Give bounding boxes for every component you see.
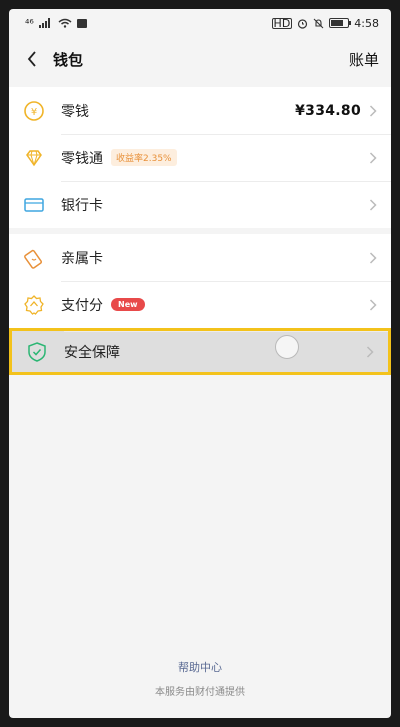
chevron-right-icon <box>369 251 379 265</box>
new-badge: New <box>111 298 145 311</box>
phone-screen: ⁴⁶ HD 4:58 钱包 账单 ¥ 零钱 ¥334.80 零钱通 收益率2.3… <box>9 9 391 718</box>
notification-icon <box>76 18 87 28</box>
status-right: HD 4:58 <box>271 16 379 30</box>
shield-icon <box>26 341 48 363</box>
wallet-group-1: ¥ 零钱 ¥334.80 零钱通 收益率2.35% 银行卡 <box>9 87 391 228</box>
hd-badge: HD <box>271 16 293 30</box>
yield-badge: 收益率2.35% <box>111 149 177 166</box>
row-label: 安全保障 <box>64 344 120 361</box>
help-center-link[interactable]: 帮助中心 <box>9 659 391 675</box>
family-card-icon <box>23 247 45 269</box>
row-label: 亲属卡 <box>61 250 103 267</box>
bank-card-icon <box>23 194 45 216</box>
nav-left: 钱包 <box>23 49 83 70</box>
status-left: ⁴⁶ <box>25 17 87 30</box>
row-label: 银行卡 <box>61 197 103 214</box>
touch-indicator <box>275 335 299 359</box>
chevron-right-icon <box>369 198 379 212</box>
row-security[interactable]: 安全保障 <box>9 328 391 375</box>
bill-link[interactable]: 账单 <box>349 49 379 70</box>
row-label: 零钱通 <box>61 150 103 167</box>
wallet-group-2: 亲属卡 支付分 New 安全保障 <box>9 234 391 375</box>
row-pay-score[interactable]: 支付分 New <box>9 281 391 328</box>
footer: 帮助中心 本服务由财付通提供 <box>9 659 391 698</box>
svg-text:¥: ¥ <box>31 107 37 118</box>
status-time: 4:58 <box>354 16 379 30</box>
row-label: 支付分 <box>61 297 103 314</box>
balance-value: ¥334.80 <box>295 102 361 119</box>
row-family-card[interactable]: 亲属卡 <box>9 234 391 281</box>
row-change[interactable]: ¥ 零钱 ¥334.80 <box>9 87 391 134</box>
silent-icon <box>313 18 324 28</box>
chevron-right-icon <box>369 104 379 118</box>
row-change-plus[interactable]: 零钱通 收益率2.35% <box>9 134 391 181</box>
back-arrow-icon[interactable] <box>23 50 41 68</box>
diamond-icon <box>23 147 45 169</box>
page-title: 钱包 <box>53 50 84 69</box>
row-bank-card[interactable]: 银行卡 <box>9 181 391 228</box>
status-bar: ⁴⁶ HD 4:58 <box>9 9 391 37</box>
battery-icon <box>329 18 352 28</box>
coin-icon: ¥ <box>23 100 45 122</box>
chevron-right-icon <box>369 298 379 312</box>
network-label: ⁴⁶ <box>25 16 34 30</box>
chevron-right-icon <box>366 345 376 359</box>
signal-icon <box>38 18 50 28</box>
alarm-icon <box>298 18 308 29</box>
row-label: 零钱 <box>61 103 89 120</box>
wifi-icon <box>58 18 72 28</box>
chevron-right-icon <box>369 151 379 165</box>
provider-note: 本服务由财付通提供 <box>155 687 245 698</box>
navigation-bar: 钱包 账单 <box>9 37 391 81</box>
pay-score-icon <box>23 294 45 316</box>
